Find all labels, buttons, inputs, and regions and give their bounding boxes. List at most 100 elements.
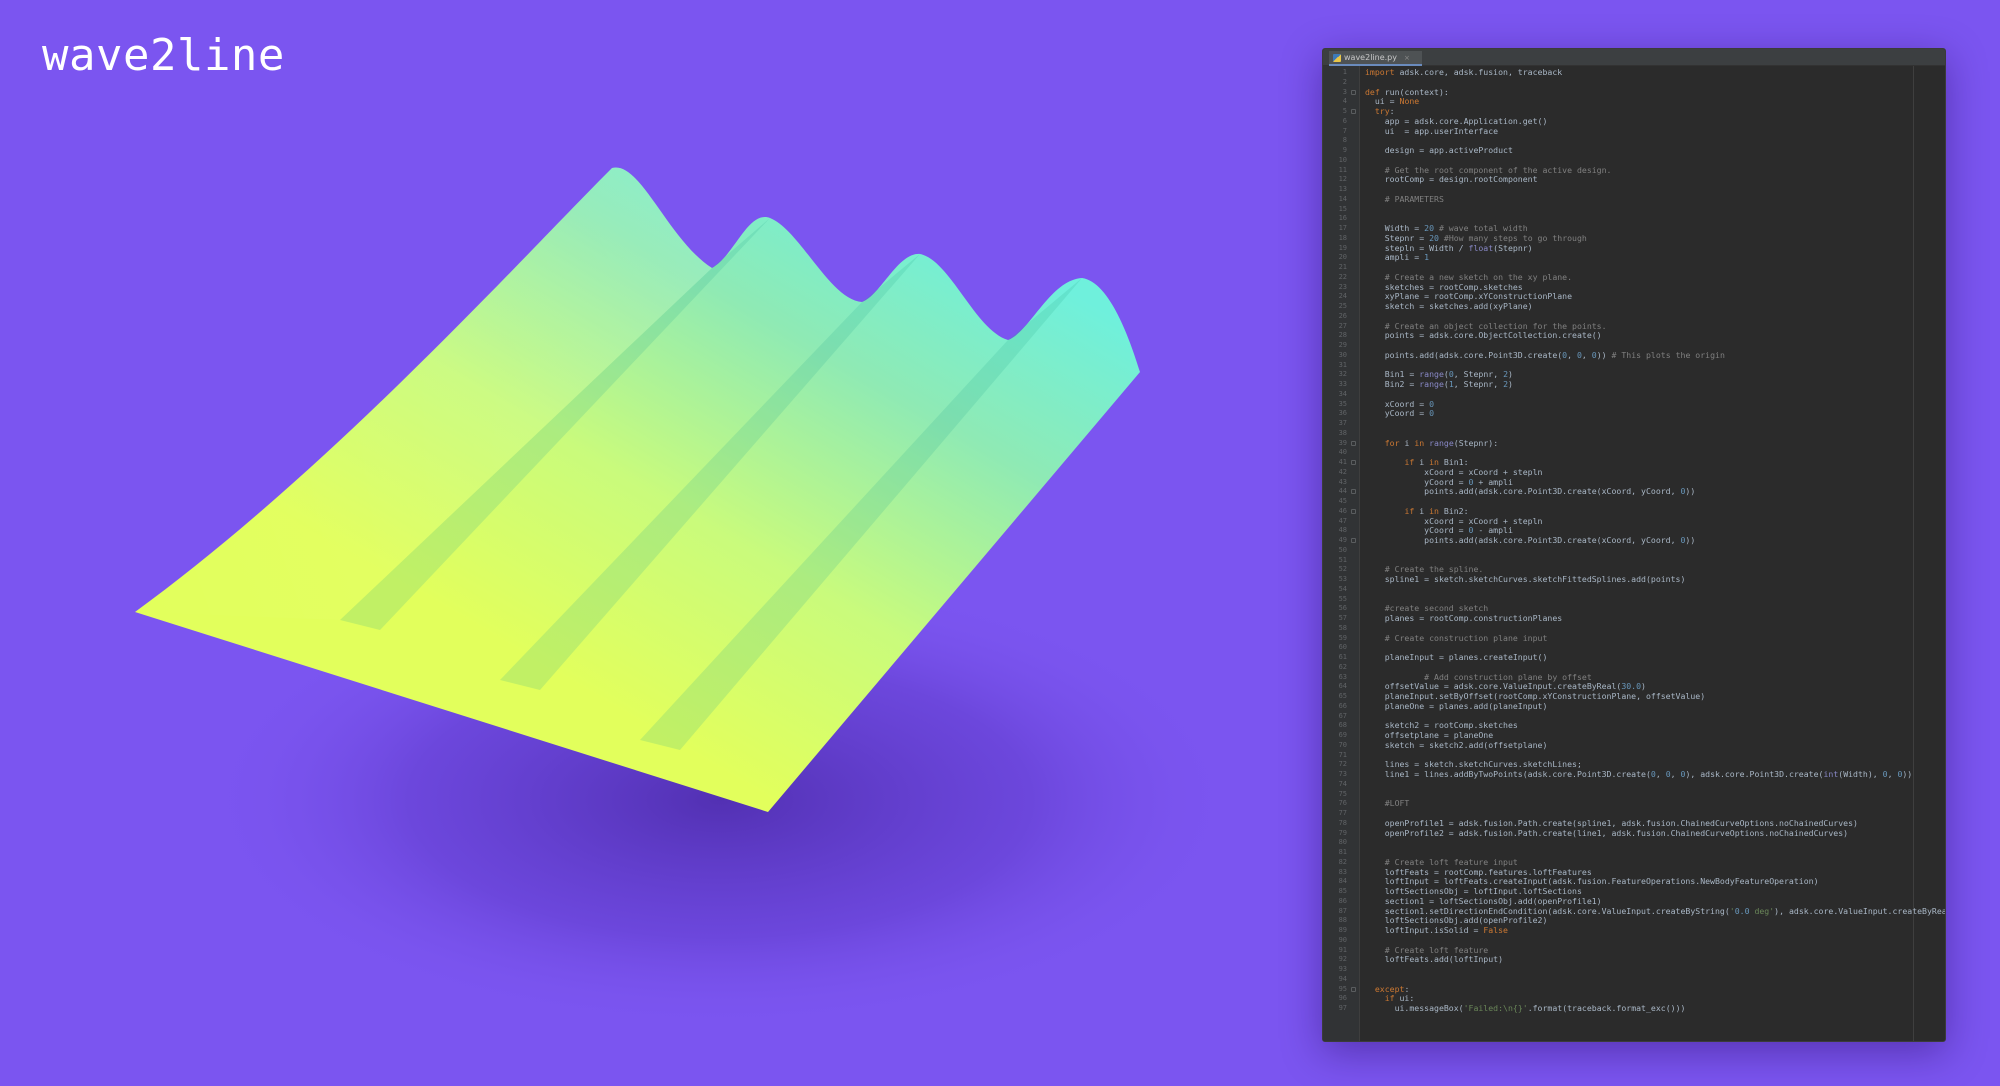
line-number: 42 [1338, 467, 1347, 476]
code-line[interactable]: 53 spline1 = sketch.sketchCurves.sketchF… [1339, 574, 1945, 585]
code-line[interactable]: 30 points.add(adsk.core.Point3D.create(0… [1339, 350, 1945, 361]
code-line[interactable]: 35 xCoord = 0 [1339, 399, 1945, 410]
code-line[interactable]: 3 def run(context): [1343, 87, 1945, 98]
code-line[interactable]: 28 points = adsk.core.ObjectCollection.c… [1339, 330, 1945, 341]
line-number: 89 [1338, 926, 1347, 934]
code-line[interactable]: 19 stepln = Width / float(Stepnr) [1339, 243, 1945, 254]
code-line[interactable]: 92 loftFeats.add(loftInput) [1339, 954, 1945, 965]
fold-marker-icon[interactable] [1351, 538, 1356, 543]
line-number: 34 [1338, 389, 1347, 398]
code-line[interactable]: 1 import adsk.core, adsk.fusion, tracebac… [1343, 67, 1945, 78]
code-line[interactable]: 4 ui = None [1343, 96, 1945, 107]
code-line[interactable]: 25 sketch = sketches.add(xyPlane) [1339, 301, 1945, 312]
code-line[interactable]: 7 ui = app.userInterface [1343, 126, 1945, 137]
code-line[interactable]: 50 [1339, 546, 1945, 556]
line-number: 7 [1342, 126, 1347, 135]
code-line[interactable]: 34 [1339, 390, 1945, 400]
editor-tab-bar: wave2line.py × [1323, 49, 1945, 66]
line-number: 51 [1338, 555, 1347, 564]
fold-marker-icon[interactable] [1351, 986, 1356, 992]
line-number: 76 [1338, 799, 1347, 808]
line-number: 66 [1338, 701, 1347, 710]
line-number: 67 [1338, 711, 1347, 720]
code-text: rootComp = design.rootComponent [1365, 174, 1538, 185]
line-number: 70 [1338, 740, 1347, 749]
line-number: 28 [1338, 331, 1347, 340]
fold-marker-icon[interactable] [1351, 460, 1356, 465]
line-number: 9 [1342, 146, 1347, 154]
code-text: sketch = sketch2.add(offsetplane) [1365, 739, 1548, 750]
code-line[interactable]: 44 points.add(adsk.core.Point3D.create(x… [1339, 486, 1945, 497]
code-line[interactable]: 33 Bin2 = range(1, Stepnr, 2) [1339, 379, 1945, 390]
tab-label: wave2line.py [1344, 53, 1397, 62]
code-text: points.add(adsk.core.Point3D.create(xCoo… [1365, 535, 1696, 545]
line-number: 71 [1338, 750, 1347, 759]
code-line[interactable]: 57 planes = rootComp.constructionPlanes [1339, 613, 1945, 624]
line-number: 84 [1338, 877, 1347, 886]
line-number: 57 [1338, 614, 1347, 622]
code-text: Bin2 = range(1, Stepnr, 2) [1365, 379, 1513, 389]
code-line[interactable]: 79 openProfile2 = adsk.fusion.Path.creat… [1339, 828, 1945, 839]
line-number: 6 [1342, 116, 1347, 125]
code-line[interactable]: 13 [1339, 185, 1945, 195]
code-line[interactable]: 49 points.add(adsk.core.Point3D.create(x… [1339, 535, 1945, 546]
fold-marker-icon[interactable] [1351, 489, 1356, 495]
tab-wave2line-py[interactable]: wave2line.py × [1329, 51, 1422, 66]
code-line[interactable]: 95 except: [1339, 984, 1945, 995]
line-number: 78 [1338, 818, 1347, 827]
code-area[interactable]: 1 import adsk.core, adsk.fusion, tracebac… [1339, 66, 1945, 1041]
code-line[interactable]: 36 yCoord = 0 [1339, 408, 1945, 419]
code-line[interactable]: 75 [1339, 790, 1945, 800]
code-line[interactable]: 70 sketch = sketch2.add(offsetplane) [1339, 739, 1945, 751]
line-number: 30 [1338, 350, 1347, 359]
code-line[interactable]: 93 [1339, 965, 1945, 975]
line-number: 37 [1338, 419, 1347, 427]
fold-marker-icon[interactable] [1351, 109, 1356, 114]
line-number: 19 [1338, 243, 1347, 252]
code-line[interactable]: 2 [1343, 78, 1945, 88]
code-line[interactable]: 61 planeInput = planes.createInput() [1339, 652, 1945, 663]
line-number: 69 [1338, 731, 1347, 739]
line-number: 72 [1338, 760, 1347, 769]
code-line[interactable]: 12 rootComp = design.rootComponent [1339, 174, 1945, 185]
code-text: yCoord = 0 [1365, 408, 1435, 419]
code-line[interactable]: 37 [1339, 419, 1945, 429]
code-line[interactable]: 14 # PARAMETERS [1339, 194, 1945, 205]
code-line[interactable]: 80 [1339, 838, 1945, 848]
close-icon[interactable]: × [1404, 54, 1410, 62]
line-number: 75 [1338, 789, 1347, 798]
code-text: for i in range(Stepnr): [1384, 437, 1499, 448]
line-number: 45 [1338, 497, 1347, 505]
code-line[interactable]: 74 [1339, 780, 1945, 790]
line-number: 21 [1338, 263, 1347, 271]
code-line[interactable]: 66 planeOne = planes.add(planeInput) [1339, 701, 1945, 712]
code-line[interactable]: 39 for i in range(Stepnr): [1339, 437, 1945, 449]
code-line[interactable]: 59 # Create construction plane input [1339, 633, 1945, 644]
line-number: 43 [1338, 477, 1347, 486]
code-text: import adsk.core, adsk.fusion, traceback [1365, 67, 1563, 77]
line-number: 20 [1338, 253, 1347, 262]
code-line[interactable]: 20 ampli = 1 [1339, 252, 1945, 263]
line-number: 18 [1338, 233, 1347, 242]
code-line[interactable]: 73 line1 = lines.addByTwoPoints(adsk.cor… [1339, 769, 1945, 780]
code-line[interactable]: 9 design = app.activeProduct [1343, 145, 1945, 156]
code-line[interactable]: 94 [1339, 975, 1945, 985]
code-text: planeInput = planes.createInput() [1365, 652, 1548, 662]
code-line[interactable]: 54 [1339, 585, 1945, 595]
code-line[interactable]: 89 loftInput.isSolid = False [1339, 925, 1945, 936]
line-number: 23 [1338, 282, 1347, 291]
line-number: 13 [1338, 185, 1347, 193]
line-number: 94 [1338, 974, 1347, 983]
code-line[interactable]: 97 ui.messageBox('Failed:\n{}'.format(tr… [1339, 1003, 1945, 1014]
fold-marker-icon[interactable] [1351, 89, 1356, 95]
code-line[interactable]: 76 #LOFT [1339, 798, 1945, 809]
line-number: 97 [1338, 1004, 1347, 1012]
code-line[interactable]: 15 [1339, 205, 1945, 215]
line-number: 88 [1338, 916, 1347, 925]
line-number: 90 [1338, 935, 1347, 944]
fold-marker-icon[interactable] [1351, 440, 1356, 446]
line-number: 26 [1338, 311, 1347, 320]
line-number: 79 [1338, 828, 1347, 837]
fold-marker-icon[interactable] [1351, 508, 1356, 514]
line-number: 55 [1338, 594, 1347, 603]
